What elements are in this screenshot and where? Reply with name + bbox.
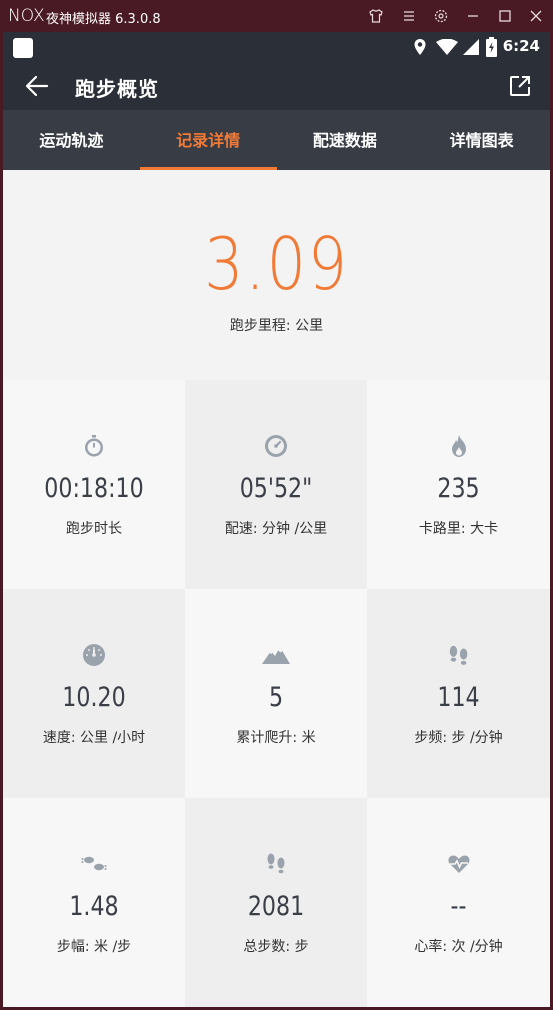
clock: 6:24: [502, 37, 540, 55]
speedometer-icon: [83, 644, 105, 666]
heart-rate-icon: [447, 855, 470, 873]
notification-icon: [13, 38, 33, 58]
stat-value: 235: [437, 473, 480, 504]
distance-value: 3.09: [204, 222, 349, 306]
tab-record-details[interactable]: 记录详情: [139, 110, 277, 170]
nox-logo: NOX: [8, 6, 45, 26]
window-title: 夜神模拟器 6.3.0.8: [46, 12, 161, 27]
tab-track[interactable]: 运动轨迹: [3, 110, 140, 170]
stat-value: 2081: [247, 891, 305, 922]
menu-icon[interactable]: [400, 7, 418, 25]
app-bar: 跑步概览: [3, 62, 550, 110]
stat-label: 跑步时长: [66, 521, 122, 537]
minimize-icon[interactable]: [464, 7, 482, 25]
battery-charging-icon: [486, 37, 497, 57]
stat-total-steps: 2081 总步数: 步: [185, 798, 367, 1007]
skin-icon[interactable]: [367, 7, 385, 25]
page-title: 跑步概览: [75, 77, 159, 101]
stats-grid: 00:18:10 跑步时长 05'52" 配速: 分钟 /公里 235 卡路里:…: [3, 380, 550, 1007]
tab-pace-data[interactable]: 配速数据: [277, 110, 414, 170]
emulator-titlebar: NOX 夜神模拟器 6.3.0.8: [0, 0, 553, 32]
back-arrow-icon[interactable]: [23, 72, 51, 100]
stat-value: 114: [437, 682, 480, 713]
footprints-icon: [449, 645, 467, 665]
wifi-icon: [436, 39, 458, 55]
stat-label: 总步数: 步: [243, 939, 309, 955]
stat-stride: 1.48 步幅: 米 /步: [3, 798, 185, 1007]
distance-label: 跑步里程: 公里: [229, 318, 324, 334]
mountain-icon: [262, 647, 290, 664]
stat-value: 00:18:10: [44, 473, 144, 504]
stat-label: 速度: 公里 /小时: [42, 730, 146, 746]
status-bar: 6:24: [3, 32, 550, 62]
stat-label: 配速: 分钟 /公里: [224, 521, 328, 537]
stride-icon: [81, 856, 107, 871]
pace-dial-icon: [265, 435, 287, 457]
stat-value: 1.48: [69, 891, 119, 922]
close-icon[interactable]: [527, 7, 545, 25]
stat-pace: 05'52" 配速: 分钟 /公里: [185, 380, 367, 589]
android-screen: 6:24 跑步概览 运动轨迹 记录详情 配速数据 详情图表 3.09 跑步里程:…: [3, 32, 550, 1007]
stat-heart-rate: -- 心率: 次 /分钟: [367, 798, 550, 1007]
stopwatch-icon: [85, 435, 103, 457]
stat-value: 5: [268, 682, 284, 713]
stat-label: 卡路里: 大卡: [418, 521, 499, 537]
stat-speed: 10.20 速度: 公里 /小时: [3, 589, 185, 798]
stat-value: 10.20: [62, 682, 126, 713]
stat-elevation-gain: 5 累计爬升: 米: [185, 589, 367, 798]
distance-summary: 3.09 跑步里程: 公里: [3, 170, 550, 381]
stat-duration: 00:18:10 跑步时长: [3, 380, 185, 589]
stat-calories: 235 卡路里: 大卡: [367, 380, 550, 589]
steps-icon: [267, 853, 285, 874]
stat-value: 05'52": [239, 473, 313, 504]
stat-label: 累计爬升: 米: [236, 730, 316, 746]
stat-cadence: 114 步频: 步 /分钟: [367, 589, 550, 798]
stat-label: 心率: 次 /分钟: [414, 939, 503, 955]
stat-label: 步幅: 米 /步: [56, 939, 132, 955]
stat-value: --: [450, 891, 467, 922]
settings-icon[interactable]: [432, 7, 450, 25]
stat-label: 步频: 步 /分钟: [414, 730, 503, 746]
flame-icon: [451, 435, 466, 457]
tab-bar: 运动轨迹 记录详情 配速数据 详情图表: [3, 110, 550, 170]
tab-detail-charts[interactable]: 详情图表: [413, 110, 550, 170]
maximize-icon[interactable]: [496, 7, 514, 25]
location-icon: [414, 39, 426, 55]
share-icon[interactable]: [508, 74, 532, 98]
signal-icon: [463, 39, 479, 55]
